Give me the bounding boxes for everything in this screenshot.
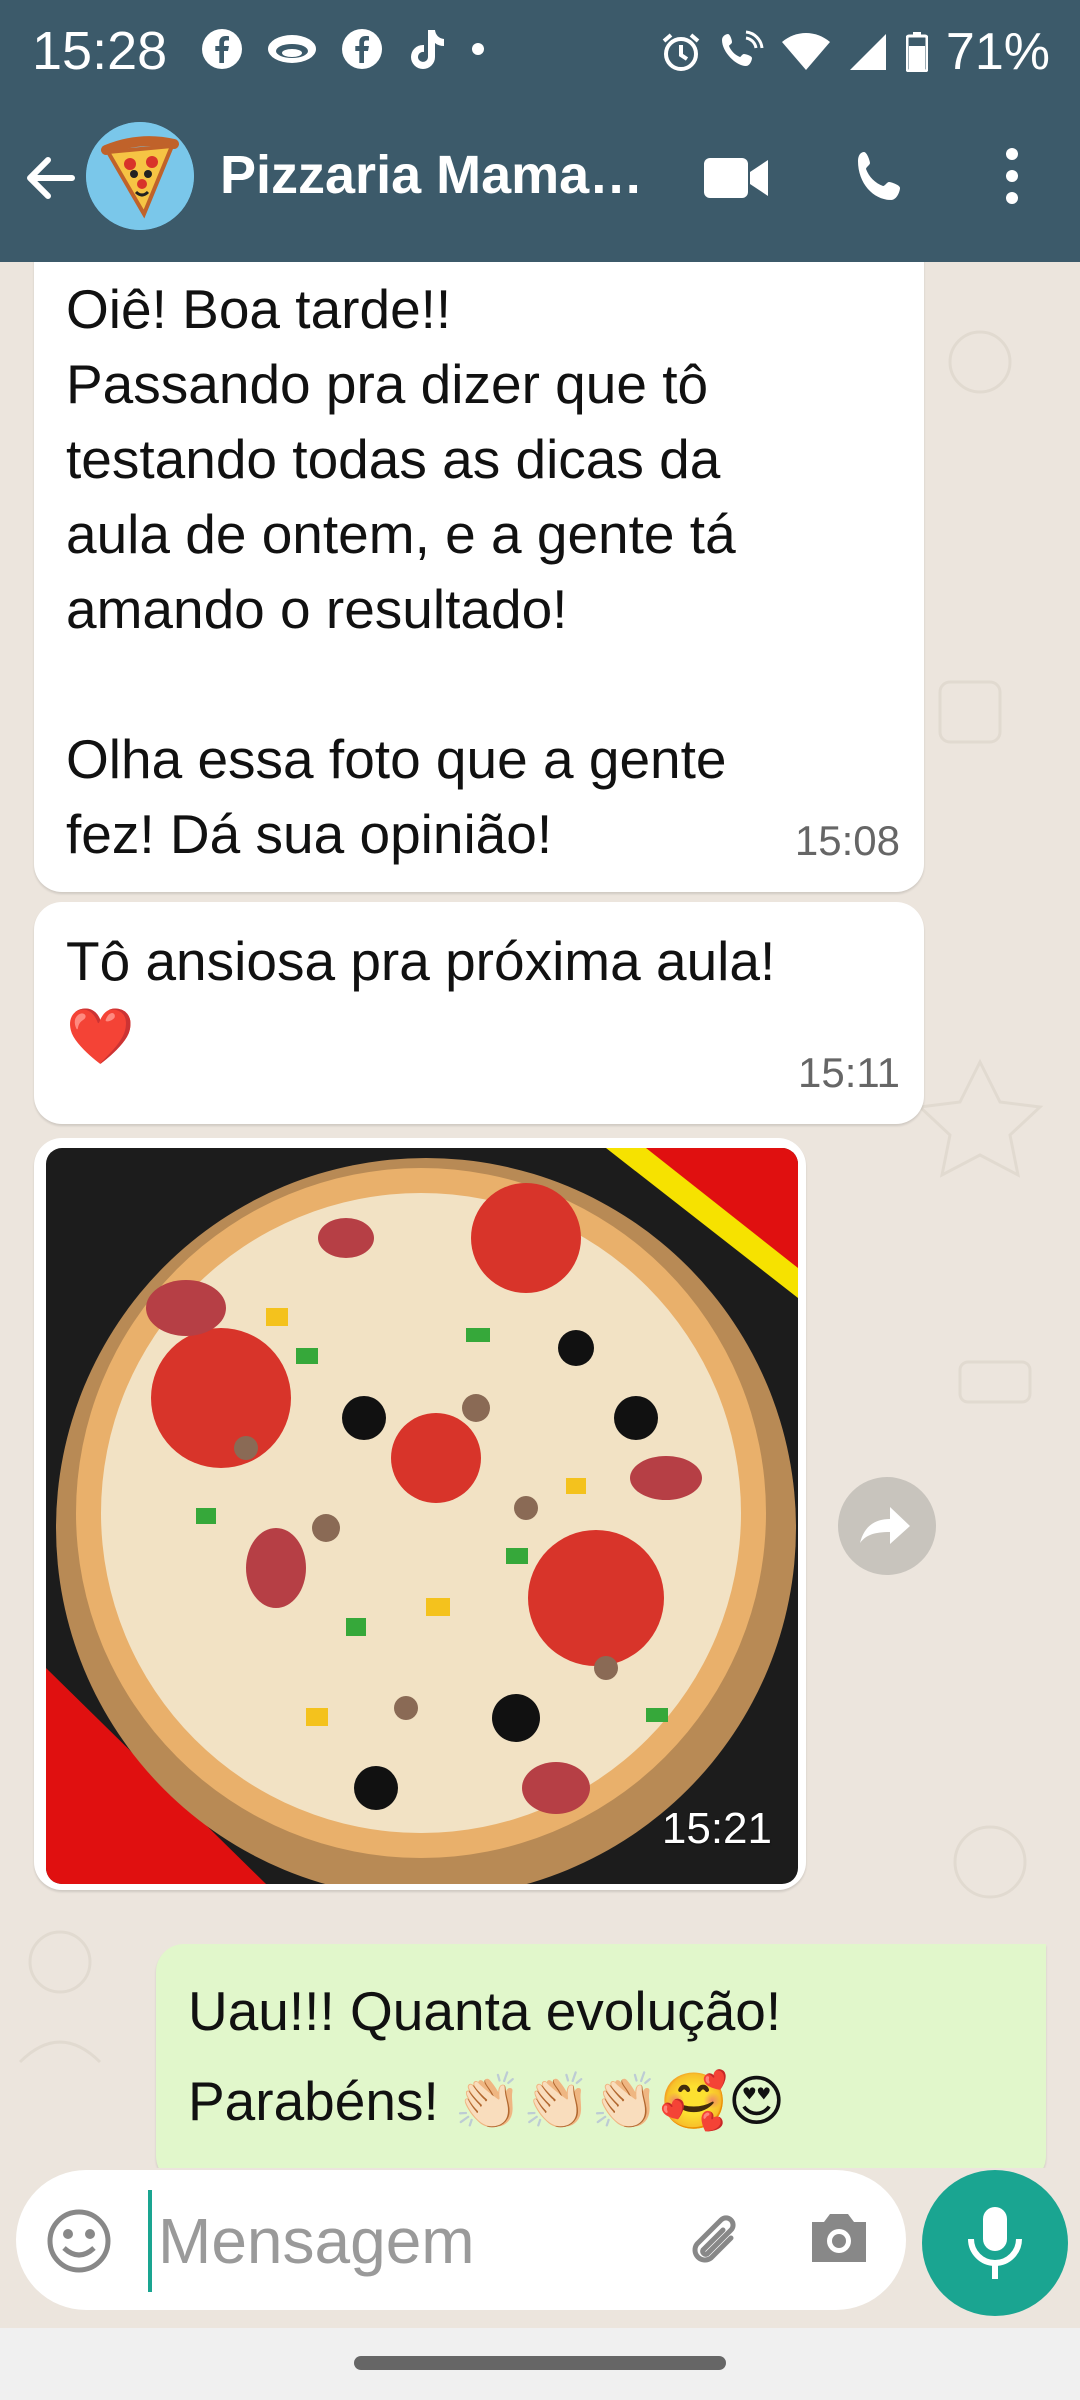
battery-percent: 71% [945, 23, 1050, 81]
camera-icon[interactable] [806, 2208, 872, 2268]
facebook-icon [342, 29, 382, 69]
message-input[interactable] [148, 2190, 680, 2292]
attach-icon[interactable] [681, 2208, 751, 2278]
message-time: 15:21 [661, 1804, 772, 1853]
chat-area[interactable]: Oiê! Boa tarde!! Passando pra dizer que … [0, 262, 1080, 2168]
video-call-icon[interactable] [704, 156, 768, 200]
more-options-icon[interactable] [1000, 146, 1024, 206]
message-text: Uau!!! Quanta evolução! Parabéns! 👏🏻👏🏻👏🏻… [188, 1980, 786, 2132]
dot-icon [472, 43, 484, 55]
forward-button[interactable] [838, 1477, 936, 1575]
message-text: Tô ansiosa pra próxima aula! ❤️ [66, 930, 776, 1067]
composer-bar [0, 2168, 1080, 2328]
chat-header: Pizzaria Mama… [0, 104, 1080, 262]
forward-icon [860, 1507, 910, 1544]
back-arrow-icon[interactable] [22, 150, 78, 206]
voice-call-icon[interactable] [854, 148, 910, 204]
pizza-photo[interactable] [46, 1148, 798, 1884]
voice-message-button[interactable] [922, 2170, 1068, 2316]
sight-icon [268, 35, 316, 63]
message-time: 15:08 [794, 817, 900, 864]
wifi-call-icon [721, 30, 764, 66]
home-gesture-handle[interactable] [354, 2356, 726, 2370]
message-bubble[interactable]: Oiê! Boa tarde!! Passando pra dizer que … [34, 262, 924, 892]
avatar[interactable] [86, 122, 194, 230]
message-bubble[interactable]: Tô ansiosa pra próxima aula! ❤️ 15:11 [34, 902, 924, 1124]
tiktok-icon [411, 30, 444, 69]
facebook-icon [202, 29, 242, 69]
composer-field[interactable] [16, 2170, 906, 2310]
message-bubble-outgoing[interactable]: Uau!!! Quanta evolução! Parabéns! 👏🏻👏🏻👏🏻… [156, 1944, 1046, 2168]
notification-icons [200, 26, 484, 72]
status-time: 15:28 [32, 21, 168, 81]
signal-icon [849, 34, 886, 70]
contact-name[interactable]: Pizzaria Mama… [220, 144, 643, 206]
pizza-mascot-icon [86, 122, 194, 230]
alarm-icon [662, 33, 700, 71]
emoji-icon[interactable] [46, 2208, 112, 2274]
status-bar: 15:28 71% [0, 0, 1080, 104]
image-message[interactable]: 15:21 [34, 1138, 806, 1890]
battery-icon [905, 32, 928, 72]
wifi-icon [781, 33, 830, 70]
system-icons: 71% [660, 22, 1050, 82]
message-text: Oiê! Boa tarde!! Passando pra dizer que … [66, 278, 736, 865]
system-nav-bar [0, 2328, 1080, 2400]
microphone-icon [968, 2207, 1022, 2279]
message-time: 15:11 [798, 1049, 900, 1096]
